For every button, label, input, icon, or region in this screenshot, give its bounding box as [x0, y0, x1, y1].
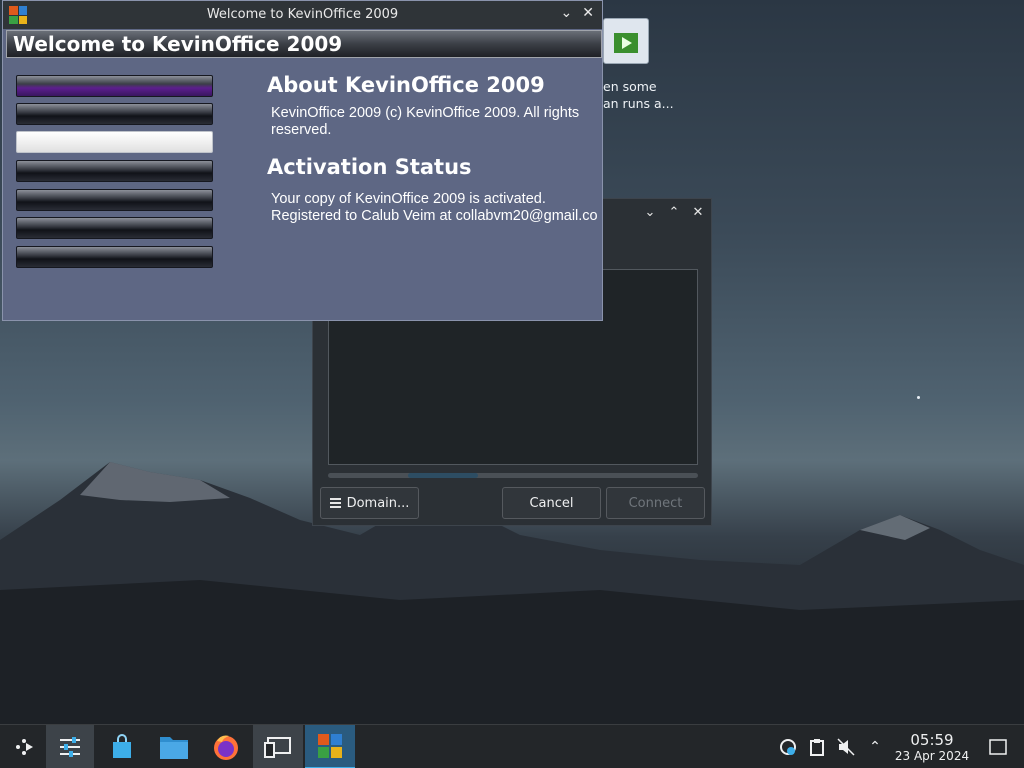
cancel-button-label: Cancel [529, 495, 574, 511]
cancel-button[interactable]: Cancel [502, 487, 601, 519]
star [917, 396, 920, 399]
minimize-icon[interactable]: ⌄ [643, 205, 657, 220]
tray-clipboard[interactable] [805, 725, 829, 768]
server-icon [329, 497, 341, 509]
taskbar-system-settings[interactable] [46, 725, 94, 768]
banner-title: Welcome to KevinOffice 2009 [13, 32, 343, 56]
clock-time: 05:59 [910, 731, 954, 749]
nav-button-2[interactable] [16, 103, 213, 125]
close-icon[interactable]: ✕ [691, 205, 705, 220]
desktop-icon-label-line2: an runs a... [603, 96, 674, 111]
clock-date: 23 Apr 2024 [894, 749, 970, 763]
minimize-icon[interactable]: ⌄ [561, 5, 573, 21]
about-text: KevinOffice 2009 (c) KevinOffice 2009. A… [271, 105, 580, 138]
store-bag-icon [113, 734, 131, 758]
activation-line2: Registered to Calub Veim at collabvm20@g… [271, 208, 598, 224]
nav-button-5[interactable] [16, 189, 213, 211]
taskbar-remote-desktop[interactable] [253, 725, 303, 768]
chevron-up-icon: ⌃ [869, 739, 881, 755]
app-launcher-button[interactable] [0, 725, 48, 768]
progress-bar [328, 473, 698, 478]
taskbar-kevinoffice[interactable] [305, 725, 355, 768]
window-titlebar[interactable]: Welcome to KevinOffice 2009 ⌄ ✕ [3, 1, 602, 29]
dialog-window-controls: ⌄ ⌃ ✕ [643, 205, 705, 220]
nav-button-7[interactable] [16, 246, 213, 268]
tray-expand[interactable]: ⌃ [863, 725, 887, 768]
about-heading: About KevinOffice 2009 [267, 73, 545, 97]
remote-desktop-icon [264, 737, 291, 758]
domain-button-label: Domain... [346, 495, 410, 511]
settings-sliders-icon [60, 737, 80, 757]
volume-muted-icon [837, 738, 855, 756]
maximize-icon[interactable]: ⌃ [667, 205, 681, 220]
desktop-icon-label[interactable]: en some an runs a... [603, 78, 693, 112]
update-icon [780, 739, 796, 755]
kevinoffice-icon [318, 734, 342, 758]
activation-heading: Activation Status [267, 155, 472, 179]
kevinoffice-welcome-window: Welcome to KevinOffice 2009 ⌄ ✕ Welcome … [2, 0, 603, 321]
activation-line1: Your copy of KevinOffice 2009 is activat… [271, 191, 546, 207]
taskbar-firefox[interactable] [202, 725, 250, 768]
firefox-icon [214, 735, 238, 760]
desktop-app-icon[interactable] [603, 18, 649, 64]
nav-button-3-selected[interactable] [16, 131, 213, 153]
domain-button[interactable]: Domain... [320, 487, 419, 519]
nav-button-6[interactable] [16, 217, 213, 239]
tray-updates[interactable] [776, 725, 800, 768]
window-controls: ⌄ ✕ [561, 5, 594, 21]
window-title: Welcome to KevinOffice 2009 [206, 7, 399, 22]
taskbar-file-manager[interactable] [150, 725, 198, 768]
taskbar: ⌃ 05:59 23 Apr 2024 [0, 724, 1024, 768]
connect-button-label: Connect [628, 495, 683, 511]
desktop-icon-label-line1: en some [603, 79, 657, 94]
close-icon[interactable]: ✕ [582, 5, 594, 21]
taskbar-discover[interactable] [98, 725, 146, 768]
show-desktop-icon [989, 739, 1007, 755]
folder-icon [160, 737, 188, 759]
nav-button-1[interactable] [16, 75, 213, 97]
welcome-banner: Welcome to KevinOffice 2009 [6, 30, 602, 58]
tray-volume[interactable] [834, 725, 858, 768]
clipboard-icon [810, 739, 824, 756]
clock[interactable]: 05:59 23 Apr 2024 [890, 731, 974, 763]
connect-button[interactable]: Connect [606, 487, 705, 519]
show-desktop-button[interactable] [986, 725, 1010, 768]
nav-button-4[interactable] [16, 160, 213, 182]
launcher-icon [16, 739, 33, 755]
progress-bar-fill [408, 473, 478, 478]
play-icon [614, 33, 638, 53]
